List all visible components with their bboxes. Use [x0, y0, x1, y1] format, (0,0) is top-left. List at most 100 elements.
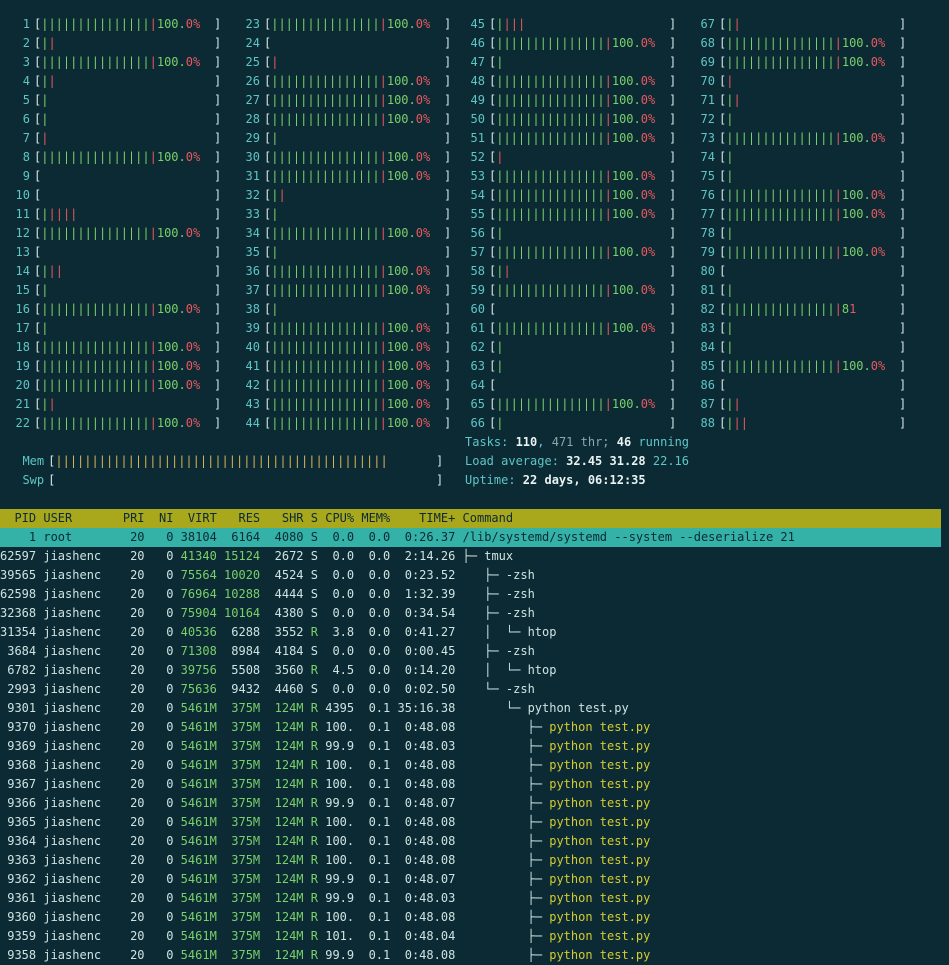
cpu-number: 38: [245, 302, 260, 316]
cpu-meter-68: 68 [||||||||||||||||100.0%]: [693, 34, 907, 53]
pri-cell: 20: [108, 872, 145, 886]
column-header-pid[interactable]: PID: [0, 511, 36, 525]
column-header-mem[interactable]: MEM%: [361, 511, 390, 525]
cpu-cell: 0.0: [325, 587, 355, 601]
process-row[interactable]: 9366 jiashenc 20 0 5461M 375M 124M R 99.…: [0, 794, 650, 813]
cpu-number: 67: [700, 17, 715, 31]
pri-cell: 20: [108, 530, 145, 544]
process-row[interactable]: 9362 jiashenc 20 0 5461M 375M 124M R 99.…: [0, 870, 650, 889]
process-table-header[interactable]: PID USER PRI NI VIRT RES SHR S CPU% MEM%…: [0, 509, 941, 528]
state-cell: R: [310, 891, 318, 905]
pid-cell: 31354: [0, 625, 37, 639]
column-header-pri[interactable]: PRI: [108, 511, 145, 525]
cpu-number: 13: [15, 245, 30, 259]
cpu-number: 32: [245, 188, 260, 202]
cpu-number: 39: [245, 321, 260, 335]
time-cell: 0:48.07: [397, 796, 456, 810]
column-header-res[interactable]: RES: [224, 511, 260, 525]
cpu-bar: ||||||||||||||||: [726, 188, 842, 202]
cpu-number: 11: [15, 207, 30, 221]
process-row[interactable]: 9364 jiashenc 20 0 5461M 375M 124M R 100…: [0, 832, 650, 851]
cpu-number: 56: [470, 226, 485, 240]
cpu-cell: 0.0: [325, 606, 355, 620]
user-cell: jiashenc: [43, 853, 102, 867]
tree-connector: │ └─: [462, 663, 528, 677]
ni-cell: 0: [151, 929, 174, 943]
shr-cell: 124M: [267, 910, 304, 924]
cpu-number: 69: [700, 55, 715, 69]
cpu-percent: 100.0%: [841, 188, 886, 202]
mem-cell: 0.0: [361, 587, 391, 601]
process-row[interactable]: 9367 jiashenc 20 0 5461M 375M 124M R 100…: [0, 775, 650, 794]
cpu-cell: 0.0: [325, 644, 355, 658]
command-cell: -zsh: [505, 644, 535, 658]
tree-connector: ├─: [462, 549, 485, 563]
cpu-meter-86: 86[]: [693, 376, 907, 395]
ni-cell: 0: [151, 910, 174, 924]
cpu-number: 25: [245, 55, 260, 69]
tree-connector: ├─: [462, 872, 550, 886]
res-cell: 8984: [224, 644, 261, 658]
column-header-ni[interactable]: NI: [152, 511, 173, 525]
ni-cell: 0: [151, 568, 174, 582]
cpu-percent: 100.0%: [611, 112, 656, 126]
user-cell: jiashenc: [43, 663, 102, 677]
pid-cell: 9364: [0, 834, 37, 848]
process-row[interactable]: 9359 jiashenc 20 0 5461M 375M 124M R 101…: [0, 927, 650, 946]
process-row[interactable]: 9368 jiashenc 20 0 5461M 375M 124M R 100…: [0, 756, 650, 775]
column-header-command[interactable]: Command: [463, 511, 514, 525]
cpu-bar: |: [271, 245, 279, 259]
cpu-bar: |: [271, 207, 279, 221]
cpu-number: 44: [245, 416, 260, 430]
time-cell: 0:48.08: [397, 853, 456, 867]
ni-cell: 0: [151, 625, 174, 639]
pid-cell: 6782: [0, 663, 37, 677]
mem-cell: 0.1: [361, 872, 391, 886]
pri-cell: 20: [108, 929, 145, 943]
cpu-bar: ||: [41, 74, 56, 88]
process-row[interactable]: 9370 jiashenc 20 0 5461M 375M 124M R 100…: [0, 718, 650, 737]
process-row[interactable]: 39565 jiashenc 20 0 75564 10020 4524 S 0…: [0, 566, 535, 585]
pid-cell: 9367: [0, 777, 37, 791]
process-row[interactable]: 31354 jiashenc 20 0 40536 6288 3552 R 3.…: [0, 623, 556, 642]
ni-cell: 0: [151, 891, 174, 905]
cpu-number: 21: [15, 397, 30, 411]
process-row[interactable]: 9369 jiashenc 20 0 5461M 375M 124M R 99.…: [0, 737, 650, 756]
cpu-meter-37: 37 [||||||||||||||||100.0%]: [238, 281, 452, 300]
process-row[interactable]: 62598 jiashenc 20 0 76964 10288 4444 S 0…: [0, 585, 535, 604]
cpu-percent: 100.0%: [156, 55, 201, 69]
cpu-bar: |: [726, 321, 734, 335]
process-row[interactable]: 62597 jiashenc 20 0 41340 15124 2672 S 0…: [0, 547, 513, 566]
cpu-number: 14: [15, 264, 30, 278]
process-row[interactable]: 2993 jiashenc 20 0 75636 9432 4460 S 0.0…: [0, 680, 535, 699]
tree-connector: ├─: [462, 815, 550, 829]
column-header-shr[interactable]: SHR: [267, 511, 304, 525]
process-row[interactable]: 9361 jiashenc 20 0 5461M 375M 124M R 99.…: [0, 889, 650, 908]
column-header-virt[interactable]: VIRT: [181, 511, 217, 525]
process-row[interactable]: 9365 jiashenc 20 0 5461M 375M 124M R 100…: [0, 813, 650, 832]
cpu-bar: |: [496, 416, 504, 430]
shr-cell: 4444: [267, 587, 304, 601]
process-row[interactable]: 9358 jiashenc 20 0 5461M 375M 124M R 99.…: [0, 946, 650, 965]
process-row[interactable]: 9301 jiashenc 20 0 5461M 375M 124M R 439…: [0, 699, 629, 718]
process-row[interactable]: 3684 jiashenc 20 0 71308 8984 4184 S 0.0…: [0, 642, 535, 661]
mem-cell: 0.0: [361, 606, 391, 620]
column-header-s[interactable]: S: [311, 511, 318, 525]
ni-cell: 0: [151, 682, 174, 696]
cpu-number: 36: [245, 264, 260, 278]
cpu-bar: ||: [726, 93, 741, 107]
column-header-time[interactable]: TIME+: [398, 511, 455, 525]
process-row[interactable]: 9363 jiashenc 20 0 5461M 375M 124M R 100…: [0, 851, 650, 870]
ni-cell: 0: [151, 777, 174, 791]
cpu-bar: ||||||||||||||||: [496, 207, 612, 221]
cpu-percent: 100.0%: [156, 378, 201, 392]
process-row[interactable]: 32368 jiashenc 20 0 75904 10164 4380 S 0…: [0, 604, 535, 623]
column-header-cpu[interactable]: CPU%: [325, 511, 354, 525]
process-row[interactable]: 1 root 20 0 38104 6164 4080 S 0.0 0.0 0:…: [0, 528, 941, 547]
column-header-user[interactable]: USER: [43, 511, 101, 525]
cpu-meter-2: 2 [||]: [8, 34, 221, 53]
virt-cell: 75564: [180, 568, 217, 582]
process-row[interactable]: 6782 jiashenc 20 0 39756 5508 3560 R 4.5…: [0, 661, 556, 680]
process-row[interactable]: 9360 jiashenc 20 0 5461M 375M 124M R 100…: [0, 908, 650, 927]
cpu-meter-13: 13[]: [8, 243, 222, 262]
